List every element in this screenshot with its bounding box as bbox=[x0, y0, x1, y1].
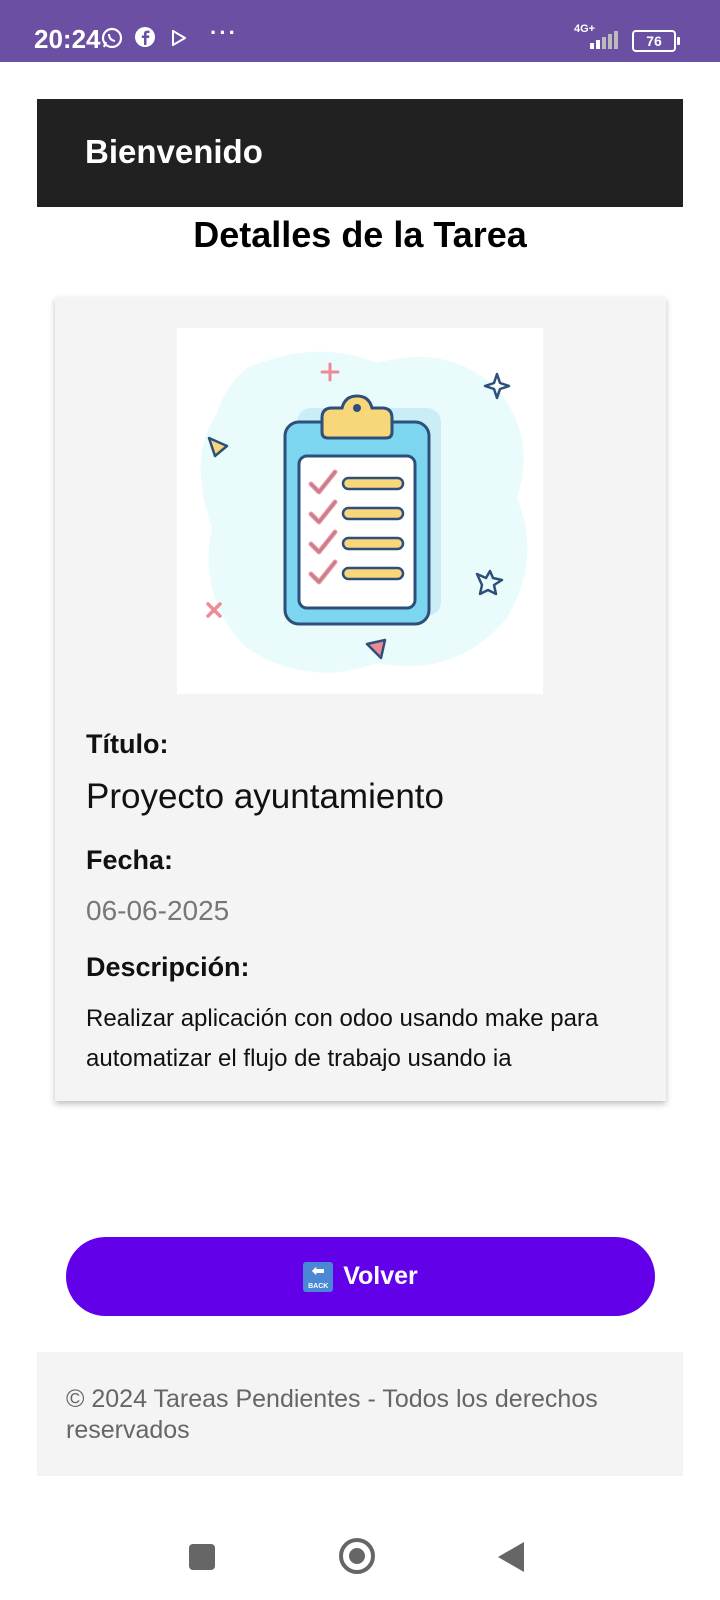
header-title: Bienvenido bbox=[85, 133, 263, 170]
status-bar: 20:24 ··· 4G+ 76 bbox=[0, 0, 720, 62]
task-title-value: Proyecto ayuntamiento bbox=[86, 777, 444, 816]
whatsapp-icon bbox=[100, 26, 124, 55]
task-detail-card: Título: Proyecto ayuntamiento Fecha: 06-… bbox=[55, 297, 666, 1101]
task-date-label: Fecha: bbox=[86, 845, 174, 875]
clipboard-checklist-illustration bbox=[177, 328, 543, 694]
status-time: 20:24 bbox=[34, 24, 101, 54]
home-button[interactable] bbox=[339, 1538, 375, 1574]
back-button-label: Volver bbox=[343, 1262, 418, 1290]
app-header: Bienvenido bbox=[37, 99, 683, 207]
footer-copyright: © 2024 Tareas Pendientes - Todos los der… bbox=[66, 1385, 598, 1444]
back-arrow-icon: ⬅ BACK bbox=[303, 1261, 334, 1292]
system-back-button[interactable] bbox=[498, 1542, 524, 1572]
footer: © 2024 Tareas Pendientes - Todos los der… bbox=[37, 1352, 683, 1476]
task-description-value: Realizar aplicación con odoo usando make… bbox=[86, 1005, 599, 1072]
recent-apps-button[interactable] bbox=[189, 1544, 215, 1570]
play-store-icon bbox=[172, 29, 187, 51]
task-description-label: Descripción: bbox=[86, 952, 250, 982]
back-button[interactable]: ⬅ BACK Volver bbox=[66, 1237, 655, 1316]
more-notifications-icon: ··· bbox=[210, 20, 238, 45]
battery-icon: 76 bbox=[632, 30, 680, 52]
signal-icon bbox=[590, 30, 620, 55]
page-title: Detalles de la Tarea bbox=[193, 214, 527, 255]
task-date-value: 06-06-2025 bbox=[86, 895, 230, 926]
facebook-icon bbox=[134, 26, 156, 53]
task-title-label: Título: bbox=[86, 729, 169, 759]
